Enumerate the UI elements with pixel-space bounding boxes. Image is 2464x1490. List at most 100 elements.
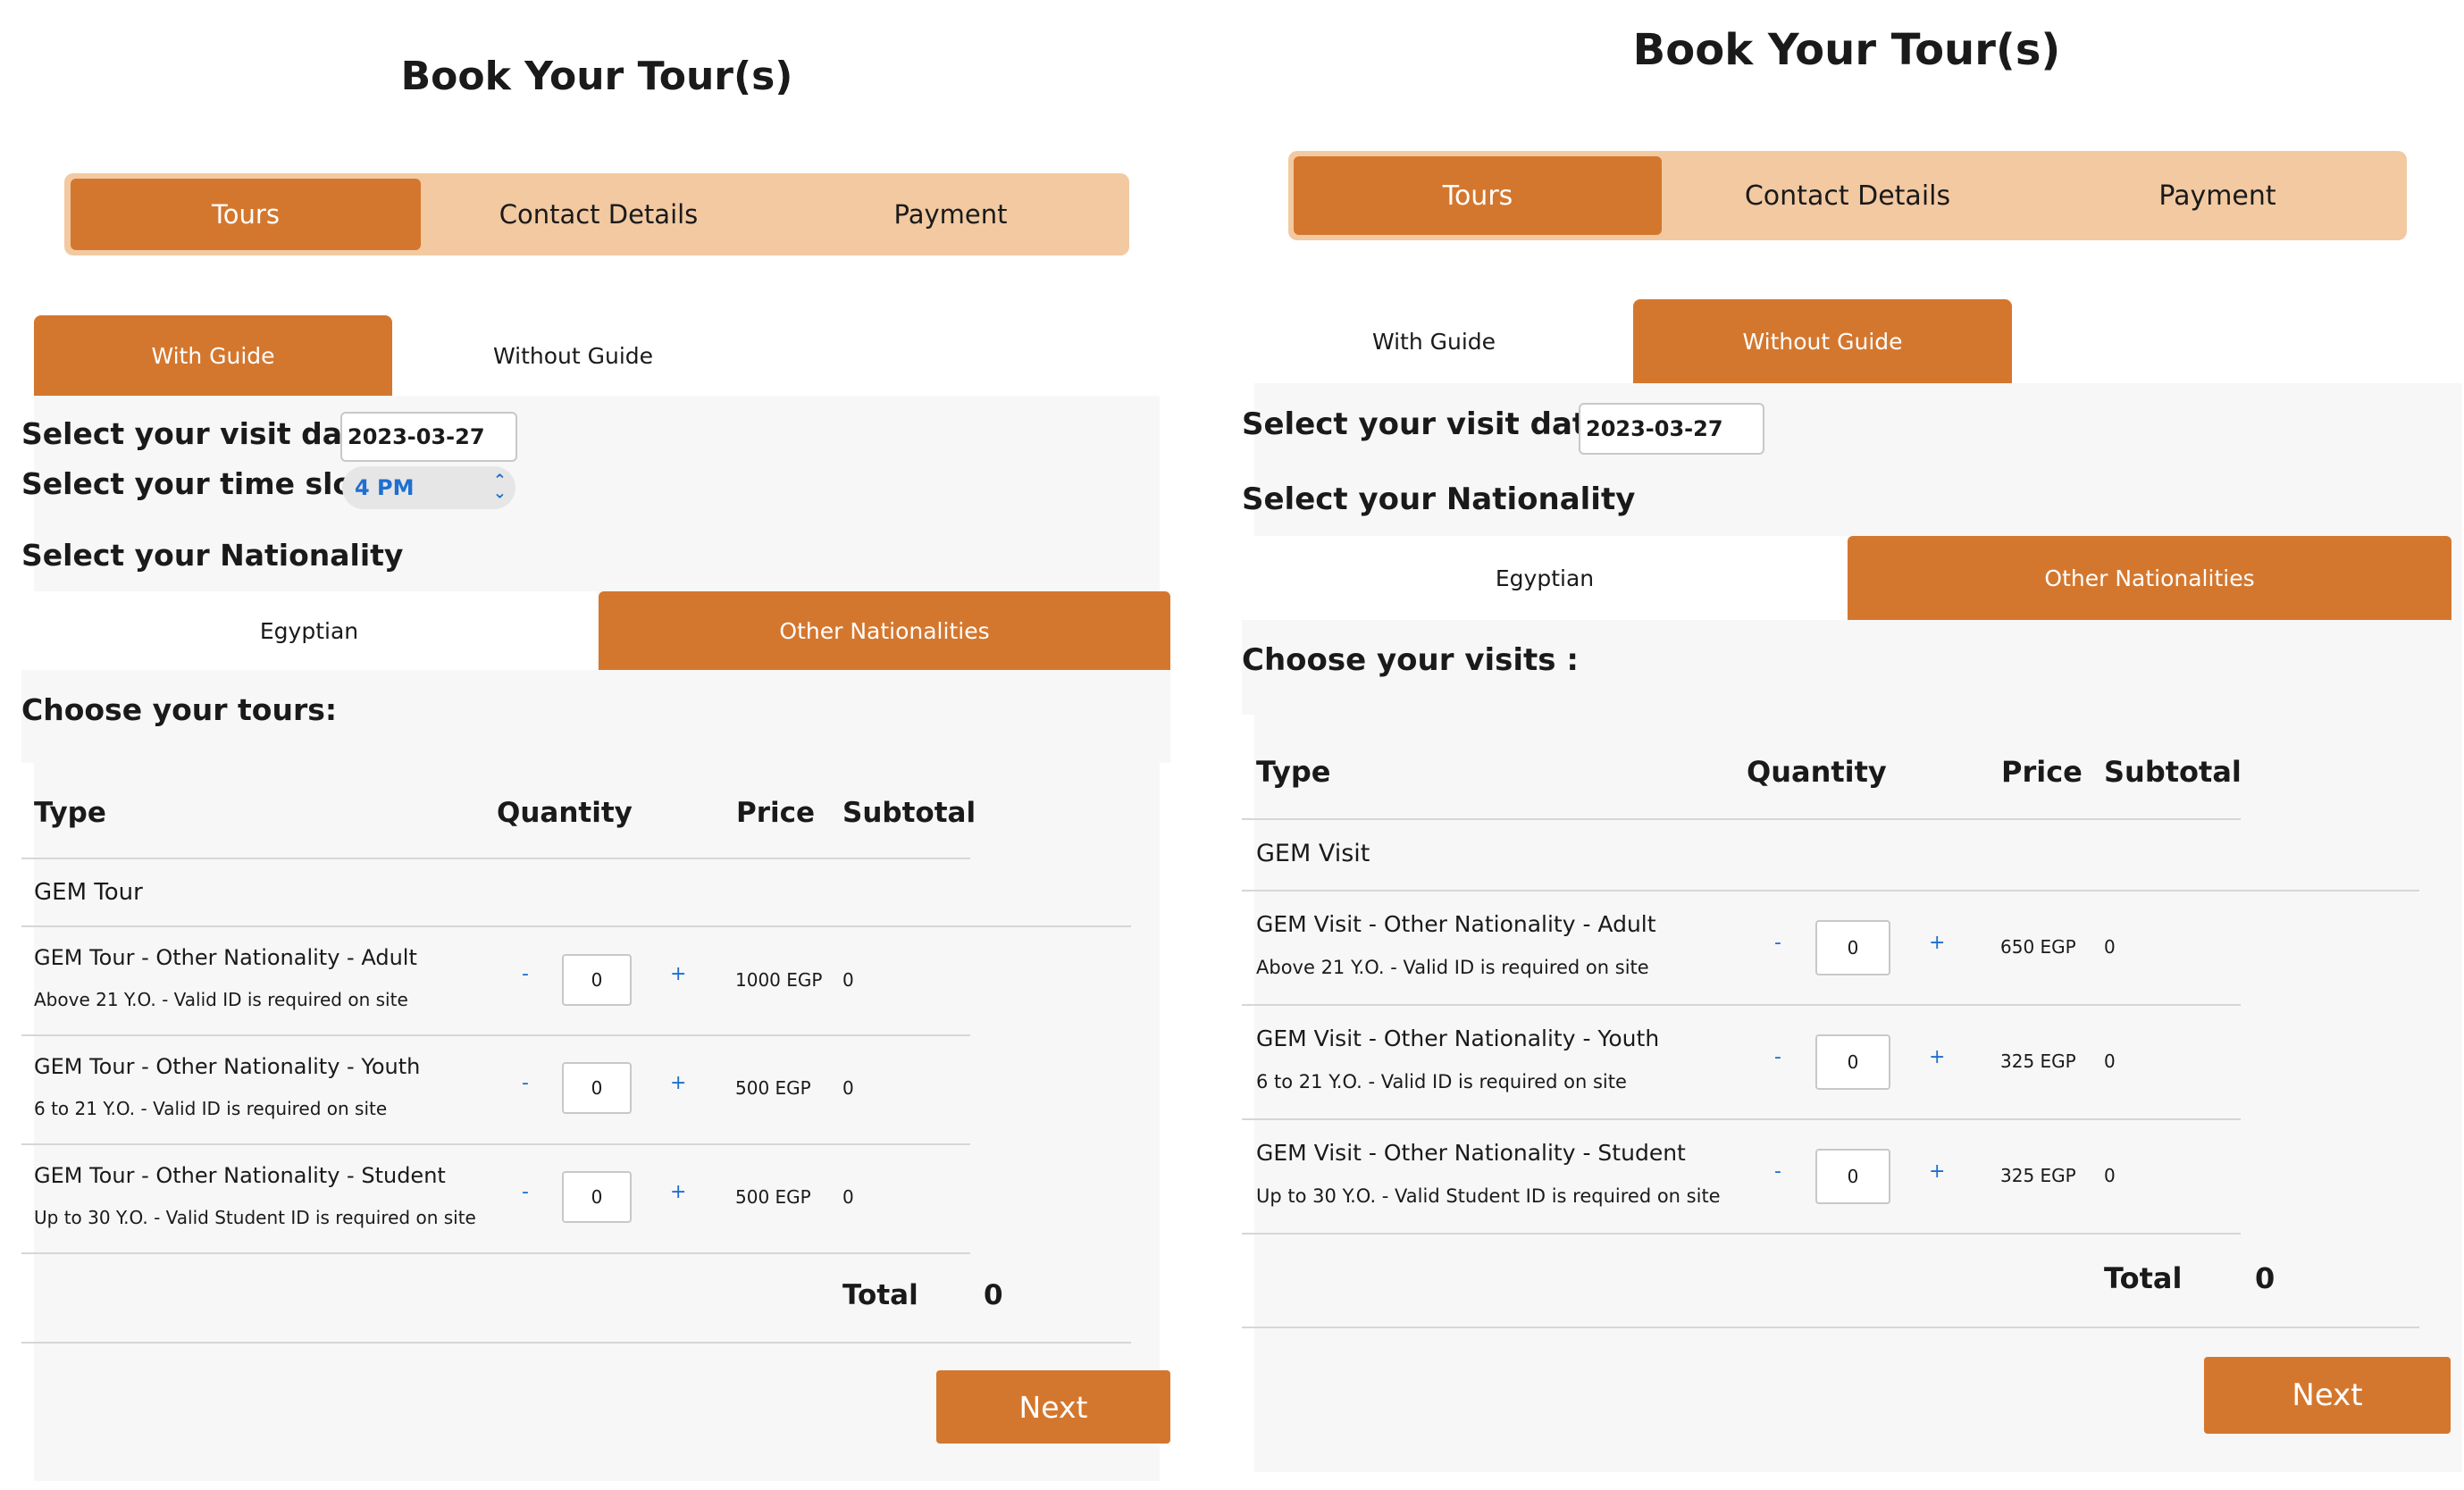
header-divider (1242, 818, 2241, 820)
step-bar: Tours Contact Details Payment (1288, 151, 2407, 240)
col-header-quantity: Quantity (497, 797, 633, 829)
row-divider (21, 1143, 970, 1145)
visit-date-label: Select your visit date : (1242, 406, 1630, 442)
decrement-button[interactable]: - (522, 1072, 529, 1094)
ticket-name: GEM Visit - Other Nationality - Youth (1256, 1025, 1660, 1051)
step-tours[interactable]: Tours (71, 179, 421, 250)
total-divider (21, 1342, 1131, 1344)
step-tours[interactable]: Tours (1294, 156, 1662, 235)
visit-date-input[interactable]: 2023-03-27 (340, 412, 517, 462)
increment-button[interactable]: + (1929, 1160, 1945, 1183)
tab-other-nationalities[interactable]: Other Nationalities (599, 591, 1170, 670)
decrement-button[interactable]: - (1774, 1160, 1781, 1183)
ticket-price: 1000 EGP (735, 969, 823, 991)
ticket-name: GEM Tour - Other Nationality - Student (34, 1163, 446, 1188)
quantity-input[interactable]: 0 (562, 1062, 632, 1114)
visit-date-input[interactable]: 2023-03-27 (1579, 403, 1764, 455)
quantity-input[interactable]: 0 (1815, 1149, 1890, 1204)
group-label: GEM Tour (34, 879, 143, 906)
ticket-subtotal: 0 (2104, 1165, 2116, 1186)
decrement-button[interactable]: - (1774, 932, 1781, 954)
total-label: Total (842, 1279, 918, 1311)
group-label: GEM Visit (1256, 840, 1370, 867)
col-header-type: Type (34, 797, 106, 829)
step-contact-details[interactable]: Contact Details (423, 179, 774, 250)
time-slot-select[interactable]: 4 PM ⌃ ⌄ (342, 466, 515, 509)
decrement-button[interactable]: - (522, 1181, 529, 1203)
ticket-price: 500 EGP (735, 1186, 811, 1208)
choose-tours-label: Choose your tours: (21, 692, 338, 727)
tab-egyptian[interactable]: Egyptian (1242, 536, 1848, 620)
booking-panel-with-guide: Book Your Tour(s) Tours Contact Details … (0, 0, 1233, 1490)
next-button[interactable]: Next (936, 1370, 1170, 1444)
col-header-subtotal: Subtotal (842, 797, 976, 829)
total-value: 0 (2255, 1261, 2275, 1295)
header-divider (21, 858, 970, 859)
row-divider (21, 1252, 970, 1254)
ticket-name: GEM Visit - Other Nationality - Student (1256, 1140, 1686, 1166)
next-button[interactable]: Next (2204, 1357, 2451, 1434)
increment-button[interactable]: + (670, 963, 686, 985)
ticket-name: GEM Visit - Other Nationality - Adult (1256, 911, 1656, 937)
row-divider (1242, 1118, 2241, 1120)
increment-button[interactable]: + (1929, 1046, 1945, 1068)
ticket-price: 325 EGP (2000, 1165, 2076, 1186)
ticket-note: 6 to 21 Y.O. - Valid ID is required on s… (34, 1098, 388, 1119)
ticket-subtotal: 0 (842, 1186, 854, 1208)
row-divider (21, 1034, 970, 1036)
ticket-note: Up to 30 Y.O. - Valid Student ID is requ… (34, 1207, 476, 1228)
decrement-button[interactable]: - (522, 963, 529, 985)
total-value: 0 (984, 1279, 1003, 1311)
increment-button[interactable]: + (1929, 932, 1945, 954)
step-bar: Tours Contact Details Payment (64, 173, 1129, 255)
time-slot-label: Select your time slot : (21, 466, 390, 501)
quantity-input[interactable]: 0 (562, 954, 632, 1006)
ticket-price: 500 EGP (735, 1077, 811, 1099)
ticket-subtotal: 0 (842, 969, 854, 991)
nationality-label: Select your Nationality (1242, 481, 1636, 517)
row-divider (1242, 1004, 2241, 1006)
booking-panel-without-guide: Book Your Tour(s) Tours Contact Details … (1233, 0, 2464, 1490)
ticket-price: 325 EGP (2000, 1051, 2076, 1072)
choose-visits-label: Choose your visits : (1242, 642, 1579, 678)
col-header-price: Price (736, 797, 816, 829)
ticket-name: GEM Tour - Other Nationality - Adult (34, 945, 417, 970)
col-header-quantity: Quantity (1747, 755, 1887, 789)
nationality-label: Select your Nationality (21, 538, 404, 573)
row-divider (1242, 1233, 2241, 1235)
ticket-subtotal: 0 (842, 1077, 854, 1099)
decrement-button[interactable]: - (1774, 1046, 1781, 1068)
ticket-note: Up to 30 Y.O. - Valid Student ID is requ… (1256, 1185, 1721, 1207)
tab-without-guide[interactable]: Without Guide (1633, 299, 2012, 383)
ticket-note: Above 21 Y.O. - Valid ID is required on … (34, 989, 408, 1010)
ticket-name: GEM Tour - Other Nationality - Youth (34, 1054, 421, 1079)
total-label: Total (2104, 1261, 2183, 1295)
group-divider (21, 925, 1131, 927)
quantity-input[interactable]: 0 (1815, 920, 1890, 975)
tab-with-guide[interactable]: With Guide (1254, 299, 1613, 383)
group-divider (1242, 890, 2419, 891)
step-contact-details[interactable]: Contact Details (1664, 156, 2032, 235)
increment-button[interactable]: + (670, 1181, 686, 1203)
ticket-note: Above 21 Y.O. - Valid ID is required on … (1256, 957, 1649, 978)
tab-without-guide[interactable]: Without Guide (394, 315, 752, 396)
ticket-price: 650 EGP (2000, 936, 2076, 958)
ticket-subtotal: 0 (2104, 1051, 2116, 1072)
step-payment[interactable]: Payment (2033, 156, 2401, 235)
col-header-subtotal: Subtotal (2104, 755, 2242, 789)
tab-egyptian[interactable]: Egyptian (21, 591, 597, 670)
total-divider (1242, 1327, 2419, 1328)
page-title: Book Your Tour(s) (1632, 25, 2061, 75)
increment-button[interactable]: + (670, 1072, 686, 1094)
page-title: Book Your Tour(s) (400, 54, 793, 99)
chevron-up-down-icon: ⌃ ⌄ (492, 471, 507, 503)
col-header-type: Type (1256, 755, 1331, 789)
ticket-subtotal: 0 (2104, 936, 2116, 958)
tab-other-nationalities[interactable]: Other Nationalities (1848, 536, 2451, 620)
step-payment[interactable]: Payment (775, 179, 1126, 250)
tab-with-guide[interactable]: With Guide (34, 315, 392, 396)
col-header-price: Price (2001, 755, 2083, 789)
quantity-input[interactable]: 0 (562, 1171, 632, 1223)
time-slot-value: 4 PM (355, 475, 415, 500)
quantity-input[interactable]: 0 (1815, 1034, 1890, 1090)
